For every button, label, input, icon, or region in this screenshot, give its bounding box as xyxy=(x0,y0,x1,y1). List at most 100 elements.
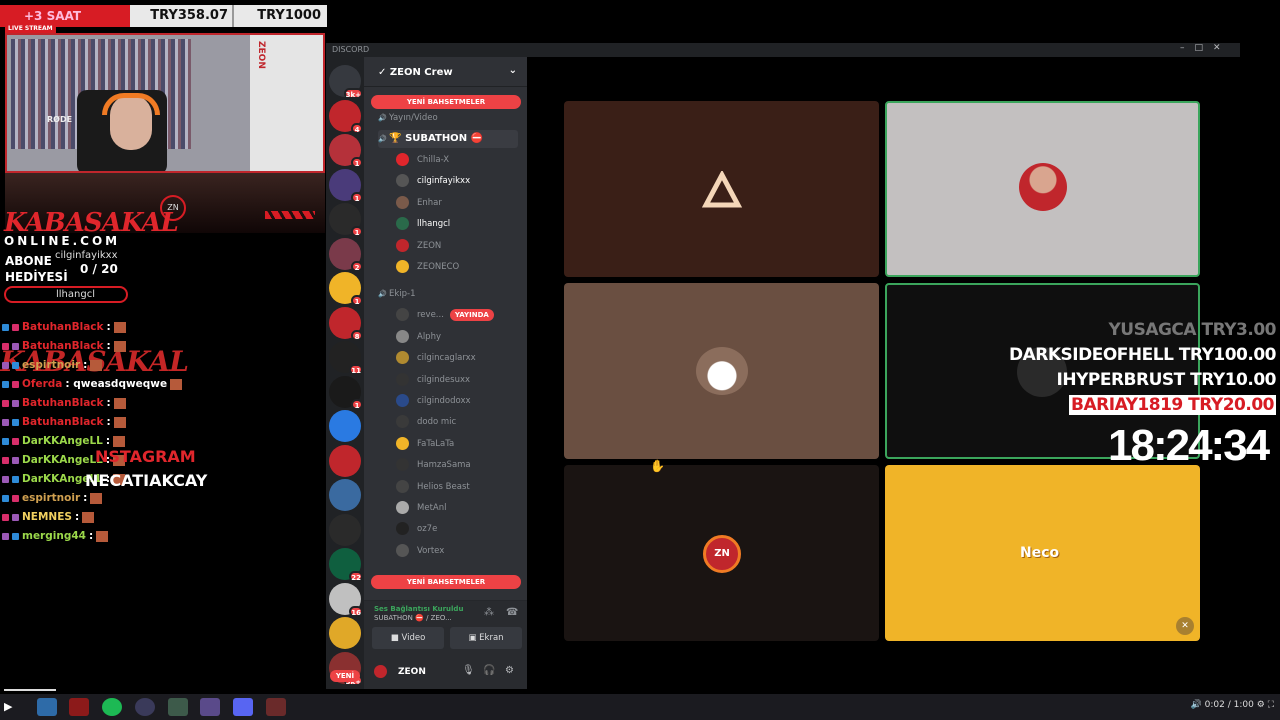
zeon-side-logo: ZEON xyxy=(256,41,266,69)
voice-user[interactable]: ZEON xyxy=(396,237,441,255)
disconnect-icon[interactable]: ☎ xyxy=(506,607,518,618)
headphones-icon[interactable]: 🎧 xyxy=(483,665,495,676)
neco-logo: Neco xyxy=(1020,545,1060,561)
video-tile-neco[interactable]: Neco ✕ xyxy=(885,465,1200,641)
server-icon[interactable] xyxy=(329,617,361,649)
microphone-icon[interactable]: 🎙 xyxy=(462,665,475,676)
voice-channel[interactable]: 🔊 Yayın/Video xyxy=(378,109,438,127)
voice-channel[interactable]: 🔊 🏆 SUBATHON ⛔ xyxy=(378,130,518,148)
voice-user[interactable]: cilgindodoxx xyxy=(396,392,471,410)
chat-text: : xyxy=(74,511,80,523)
chat-username[interactable]: DarKKAngeLL xyxy=(22,451,103,470)
avatar[interactable] xyxy=(374,665,387,678)
server-icon[interactable] xyxy=(329,479,361,511)
server-icon[interactable]: 3k+ xyxy=(329,65,363,99)
voice-user[interactable]: Chilla-X xyxy=(396,151,449,169)
server-icon[interactable] xyxy=(329,444,361,477)
voice-user[interactable]: HamzaSama xyxy=(396,456,471,474)
discord-taskbar-icon[interactable] xyxy=(233,698,253,716)
voice-user[interactable]: llhangcl xyxy=(396,215,450,233)
voice-user[interactable]: FaTaLaTa xyxy=(396,435,454,453)
cat-avatar-icon xyxy=(696,347,748,395)
video-tile-2[interactable] xyxy=(885,101,1200,277)
video-tile-1[interactable] xyxy=(564,101,879,277)
server-icon[interactable]: 1 xyxy=(329,375,363,410)
server-icon[interactable]: 11 xyxy=(329,341,363,375)
server-icon[interactable] xyxy=(329,410,361,442)
new-mentions-bottom[interactable]: YENİ BAHSETMELER xyxy=(371,575,521,589)
guild-header[interactable]: ✓ ZEON Crew ⌄ xyxy=(364,57,527,87)
chat-username[interactable]: BatuhanBlack xyxy=(22,413,104,432)
maximize-icon[interactable]: □ xyxy=(1195,43,1214,53)
voice-user[interactable]: cilgincaglarxx xyxy=(396,349,476,367)
chat-username[interactable]: espirtnoir xyxy=(22,489,80,508)
server-icon[interactable]: 1 xyxy=(329,168,363,203)
verified-icon: ✓ xyxy=(378,67,390,78)
minimize-icon[interactable]: – xyxy=(1180,43,1195,53)
server-icon[interactable]: 16 xyxy=(329,582,363,617)
voice-user[interactable]: Helios Beast xyxy=(396,478,470,496)
chat-username[interactable]: espirtnoir xyxy=(22,356,80,375)
chat-username[interactable]: BatuhanBlack xyxy=(22,337,104,356)
video-tile-5[interactable]: ZN xyxy=(564,465,879,641)
app-icon-2[interactable] xyxy=(69,698,89,716)
chat-text: : xyxy=(106,340,111,352)
app-icon-5[interactable] xyxy=(168,698,188,716)
window-controls[interactable]: –□✕ xyxy=(1180,43,1231,53)
player-controls[interactable]: 🔊 0:02 / 1:00 ⚙ ⛶ xyxy=(1191,700,1274,710)
app-icon-1[interactable] xyxy=(37,698,57,716)
chat-username[interactable]: DarKKAngeLL xyxy=(22,432,103,451)
chat-badge-icon xyxy=(12,457,19,464)
chat-username[interactable]: Oferda xyxy=(22,375,62,394)
volume-icon[interactable]: 🔊 xyxy=(1191,700,1202,710)
voice-user[interactable]: Enhar xyxy=(396,194,442,212)
zn-logo-icon: ZN xyxy=(703,535,741,573)
voice-user[interactable]: oz7e xyxy=(396,520,437,538)
new-mentions-top[interactable]: YENİ BAHSETMELER xyxy=(371,95,521,109)
voice-user[interactable]: reve... YAYINDA xyxy=(396,306,494,324)
avatar xyxy=(396,195,409,209)
chat-username[interactable]: merging44 xyxy=(22,527,86,546)
instagram-label: NSTAGRAM xyxy=(95,447,196,466)
server-icon[interactable]: 1 xyxy=(329,272,363,306)
user-label: ZEON xyxy=(417,240,442,251)
screen-share-button[interactable]: ▣ Ekran xyxy=(450,627,522,649)
server-icon[interactable]: 8 xyxy=(329,306,363,341)
voice-user[interactable]: Vortex xyxy=(396,542,444,560)
spotify-icon[interactable] xyxy=(102,698,122,716)
new-label[interactable]: YENİ xyxy=(330,670,360,682)
video-button[interactable]: ■ Video xyxy=(372,627,444,649)
video-tile-3[interactable] xyxy=(564,283,879,459)
chat-username[interactable]: BatuhanBlack xyxy=(22,394,104,413)
app-icon-6[interactable] xyxy=(200,698,220,716)
fullscreen-icon[interactable]: ⛶ xyxy=(1268,700,1274,710)
server-icon[interactable]: 4 xyxy=(329,99,363,134)
app-icon-8[interactable] xyxy=(266,698,286,716)
voice-user[interactable]: cilgindesuxx xyxy=(396,371,470,389)
voice-user[interactable]: Alphy xyxy=(396,328,441,346)
speaker-icon: 🔊 xyxy=(378,290,389,299)
server-icon[interactable] xyxy=(329,513,361,546)
play-icon[interactable]: ▶ xyxy=(4,698,24,716)
settings-gear-icon[interactable]: ⚙ xyxy=(505,665,514,676)
server-icon[interactable]: 2 xyxy=(329,237,363,272)
app-icon-4[interactable] xyxy=(135,698,155,716)
server-icon[interactable]: 22 xyxy=(329,548,363,582)
voice-user[interactable]: dodo mic xyxy=(396,413,456,431)
chat-username[interactable]: NEMNES xyxy=(22,508,72,527)
video-progress-bar[interactable] xyxy=(4,689,56,691)
server-icon[interactable]: 1 xyxy=(329,203,363,237)
noise-suppression-icon[interactable]: ⁂ xyxy=(484,607,494,618)
voice-channel-name[interactable]: SUBATHON ⛔ / ZEO... xyxy=(374,614,452,622)
voice-user[interactable]: ZEONECO xyxy=(396,258,459,276)
captions-icon[interactable]: ⚙ xyxy=(1257,700,1265,710)
user-label: FaTaLaTa xyxy=(417,438,455,449)
server-icon[interactable]: 1 xyxy=(329,134,363,168)
chat-username[interactable]: BatuhanBlack xyxy=(22,318,104,337)
voice-channel[interactable]: 🔊 Ekip-1 xyxy=(378,285,415,303)
chat-message: BatuhanBlack: xyxy=(2,318,302,337)
chat-badge-icon xyxy=(2,400,9,407)
voice-user[interactable]: cilginfayikxx xyxy=(396,172,470,190)
close-icon[interactable]: ✕ xyxy=(1213,43,1231,53)
voice-user[interactable]: MetAnl xyxy=(396,499,446,517)
